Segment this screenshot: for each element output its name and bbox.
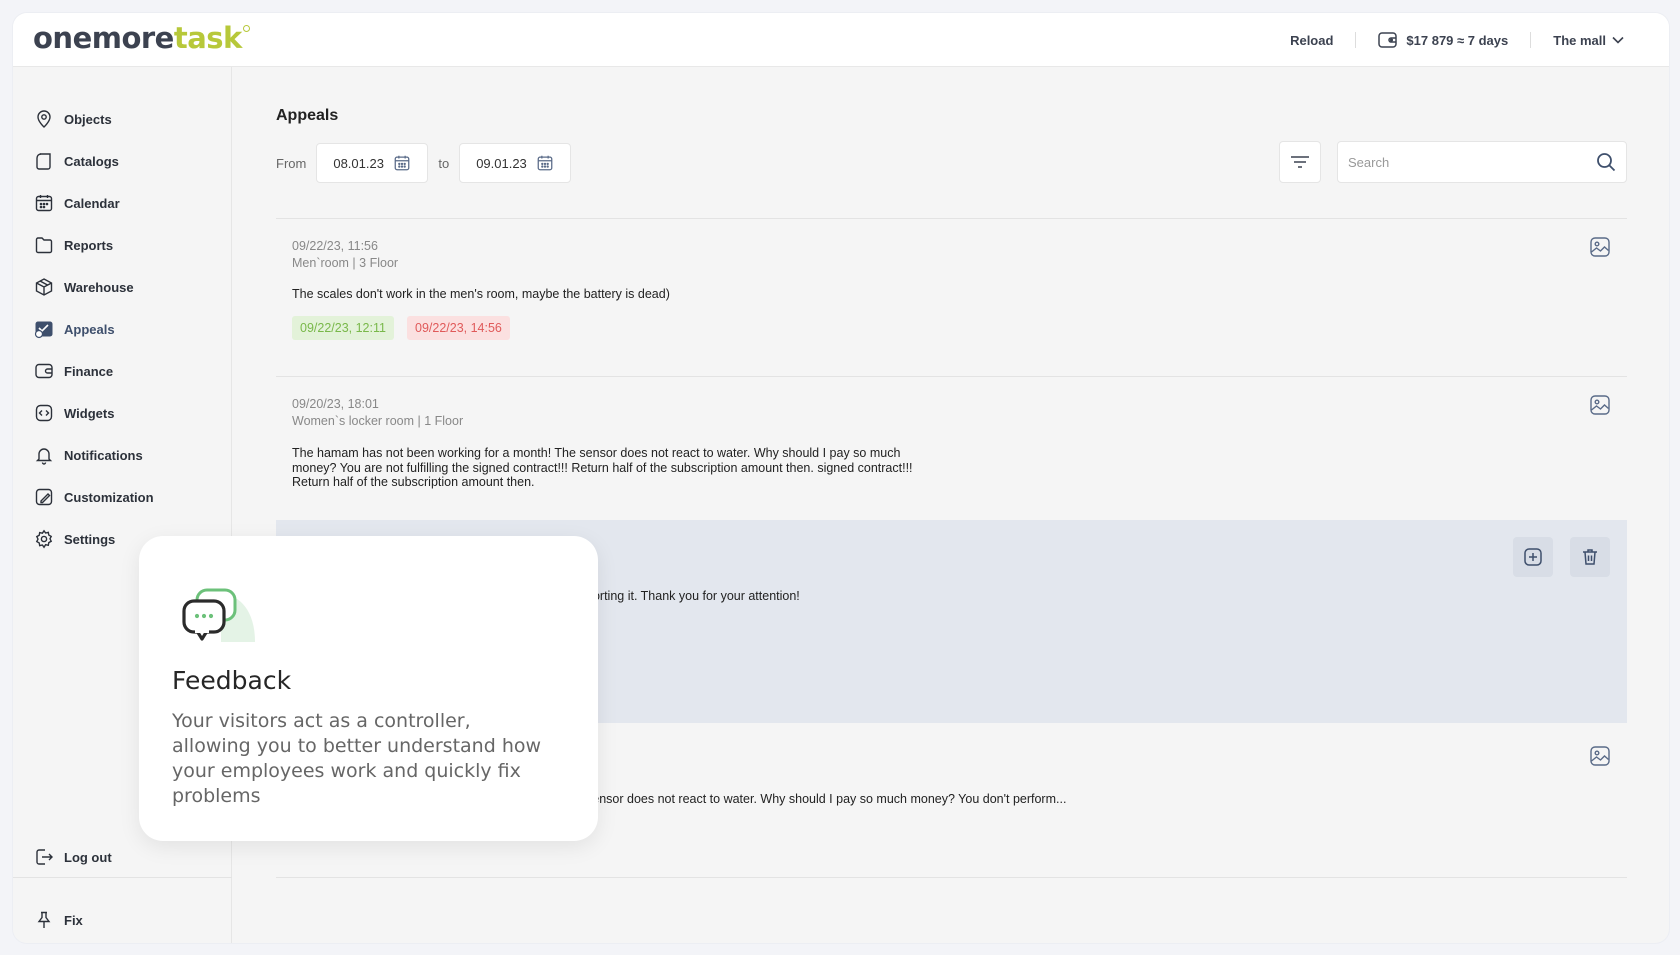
sidebar-item-label: Warehouse (64, 279, 134, 295)
appeal-text-line: Return half of the subscription amount t… (292, 475, 535, 489)
calendar-icon (35, 195, 53, 212)
sidebar-item-objects[interactable]: Objects (34, 106, 112, 132)
filter-button[interactable] (1279, 141, 1321, 183)
sidebar-item-label: Finance (64, 363, 114, 379)
sidebar-divider (13, 877, 232, 878)
widgets-icon (35, 404, 53, 422)
to-label: to (438, 155, 450, 171)
logo-text-part2: task (173, 21, 242, 55)
image-icon[interactable] (1589, 236, 1611, 258)
header-separator (1530, 32, 1532, 48)
appeal-location: Men`room | 3 Floor (292, 256, 399, 270)
fix-label: Fix (64, 912, 83, 928)
delete-button[interactable] (1570, 537, 1610, 577)
feedback-card: Feedback Your visitors act as a controll… (139, 536, 598, 841)
top-bar: onemoretask Reload $17 879 ≈ 7 days The … (13, 13, 1669, 67)
calendar-icon (537, 155, 553, 171)
sidebar-item-label: Notifications (64, 447, 143, 463)
gear-icon (35, 529, 53, 549)
sidebar-item-notifications[interactable]: Notifications (34, 442, 143, 468)
status-badge: 09/22/23, 14:56 (407, 316, 510, 340)
wallet-icon (1378, 32, 1398, 48)
sidebar-item-label: Objects (64, 111, 112, 127)
sidebar-item-reports[interactable]: Reports (34, 232, 113, 258)
appeals-icon (34, 321, 53, 339)
appeal-date: 09/20/23, 18:01 (292, 397, 379, 411)
header-separator (1355, 32, 1357, 48)
trash-icon (1583, 549, 1597, 565)
location-dropdown[interactable]: The mall (1553, 33, 1624, 48)
header-actions: Reload $17 879 ≈ 7 days The mall (1290, 13, 1624, 67)
reload-button[interactable]: Reload (1290, 33, 1333, 48)
calendar-icon (394, 155, 410, 171)
sidebar-item-appeals[interactable]: Appeals (34, 316, 115, 342)
status-badge: 09/22/23, 12:11 (292, 316, 394, 340)
wallet-icon (35, 363, 53, 379)
filter-icon (1291, 156, 1309, 168)
image-icon[interactable] (1589, 394, 1611, 416)
sidebar-item-calendar[interactable]: Calendar (34, 190, 120, 216)
sidebar-item-customization[interactable]: Customization (34, 484, 154, 510)
chat-bubbles-icon (182, 588, 255, 642)
add-button[interactable] (1513, 537, 1553, 577)
appeal-text: sensor does not react to water. Why shou… (586, 792, 1067, 806)
row-divider (276, 877, 1627, 878)
from-date-value: 08.01.23 (333, 155, 384, 171)
pin-icon (37, 911, 51, 928)
appeal-text-line: money? You are not fulfilling the signed… (292, 460, 913, 475)
search-input[interactable] (1348, 154, 1596, 170)
image-icon[interactable] (1589, 745, 1611, 767)
search-icon[interactable] (1596, 152, 1616, 172)
from-date-picker[interactable]: 08.01.23 (316, 143, 429, 183)
appeal-item[interactable]: 09/20/23, 18:01 Women`s locker room | 1 … (276, 376, 1627, 526)
sidebar-item-label: Reports (64, 237, 114, 253)
catalog-icon (36, 153, 51, 170)
logo[interactable]: onemoretask (33, 21, 250, 55)
folder-icon (35, 237, 53, 254)
location-pin-icon (37, 110, 51, 128)
sidebar-item-label: Settings (64, 531, 116, 547)
appeal-text: porting it. Thank you for your attention… (586, 589, 800, 603)
appeal-item[interactable]: 09/22/23, 11:56 Men`room | 3 Floor The s… (276, 218, 1627, 376)
appeal-text: The hamam has not been working for a mon… (292, 446, 913, 490)
page-title: Appeals (276, 107, 339, 124)
brush-icon (35, 488, 53, 506)
sidebar-item-label: Appeals (64, 321, 115, 337)
sidebar-item-warehouse[interactable]: Warehouse (34, 274, 134, 300)
appeal-date: 09/22/23, 11:56 (292, 239, 378, 253)
feedback-title: Feedback (172, 666, 292, 695)
balance-text: $17 879 ≈ 7 days (1406, 32, 1509, 48)
sidebar-item-widgets[interactable]: Widgets (34, 400, 114, 426)
date-filter: From 08.01.23 to 09.01.23 (276, 143, 581, 183)
appeal-text-line: The hamam has not been working for a mon… (292, 446, 901, 460)
sidebar-item-settings[interactable]: Settings (34, 526, 115, 552)
sidebar-item-label: Customization (64, 489, 154, 505)
search-box (1337, 141, 1627, 183)
logout-icon (36, 849, 53, 865)
logout-label: Log out (64, 849, 112, 865)
from-label: From (276, 155, 307, 171)
sidebar-item-finance[interactable]: Finance (34, 358, 113, 384)
sidebar-item-label: Calendar (64, 195, 120, 211)
appeal-location: Women`s locker room | 1 Floor (292, 414, 464, 428)
logo-text-part1: onemore (33, 21, 174, 55)
fix-sidebar-button[interactable]: Fix (34, 907, 83, 933)
location-label: The mall (1553, 32, 1606, 48)
bell-icon (35, 448, 53, 465)
sidebar-item-label: Catalogs (64, 153, 119, 169)
balance-display[interactable]: $17 879 ≈ 7 days (1378, 31, 1508, 49)
to-date-value: 09.01.23 (476, 155, 527, 171)
sidebar-item-catalogs[interactable]: Catalogs (34, 148, 119, 174)
logout-button[interactable]: Log out (34, 844, 112, 870)
to-date-picker[interactable]: 09.01.23 (459, 143, 572, 183)
feedback-description: Your visitors act as a controller, allow… (172, 710, 542, 807)
app-window: onemoretask Reload $17 879 ≈ 7 days The … (13, 13, 1669, 943)
sidebar-item-label: Widgets (64, 405, 115, 421)
logo-dot (242, 25, 250, 32)
appeal-text: The scales don't work in the men's room,… (292, 287, 670, 301)
box-icon (35, 278, 53, 296)
chevron-down-icon (1612, 36, 1624, 44)
plus-square-icon (1524, 548, 1542, 566)
